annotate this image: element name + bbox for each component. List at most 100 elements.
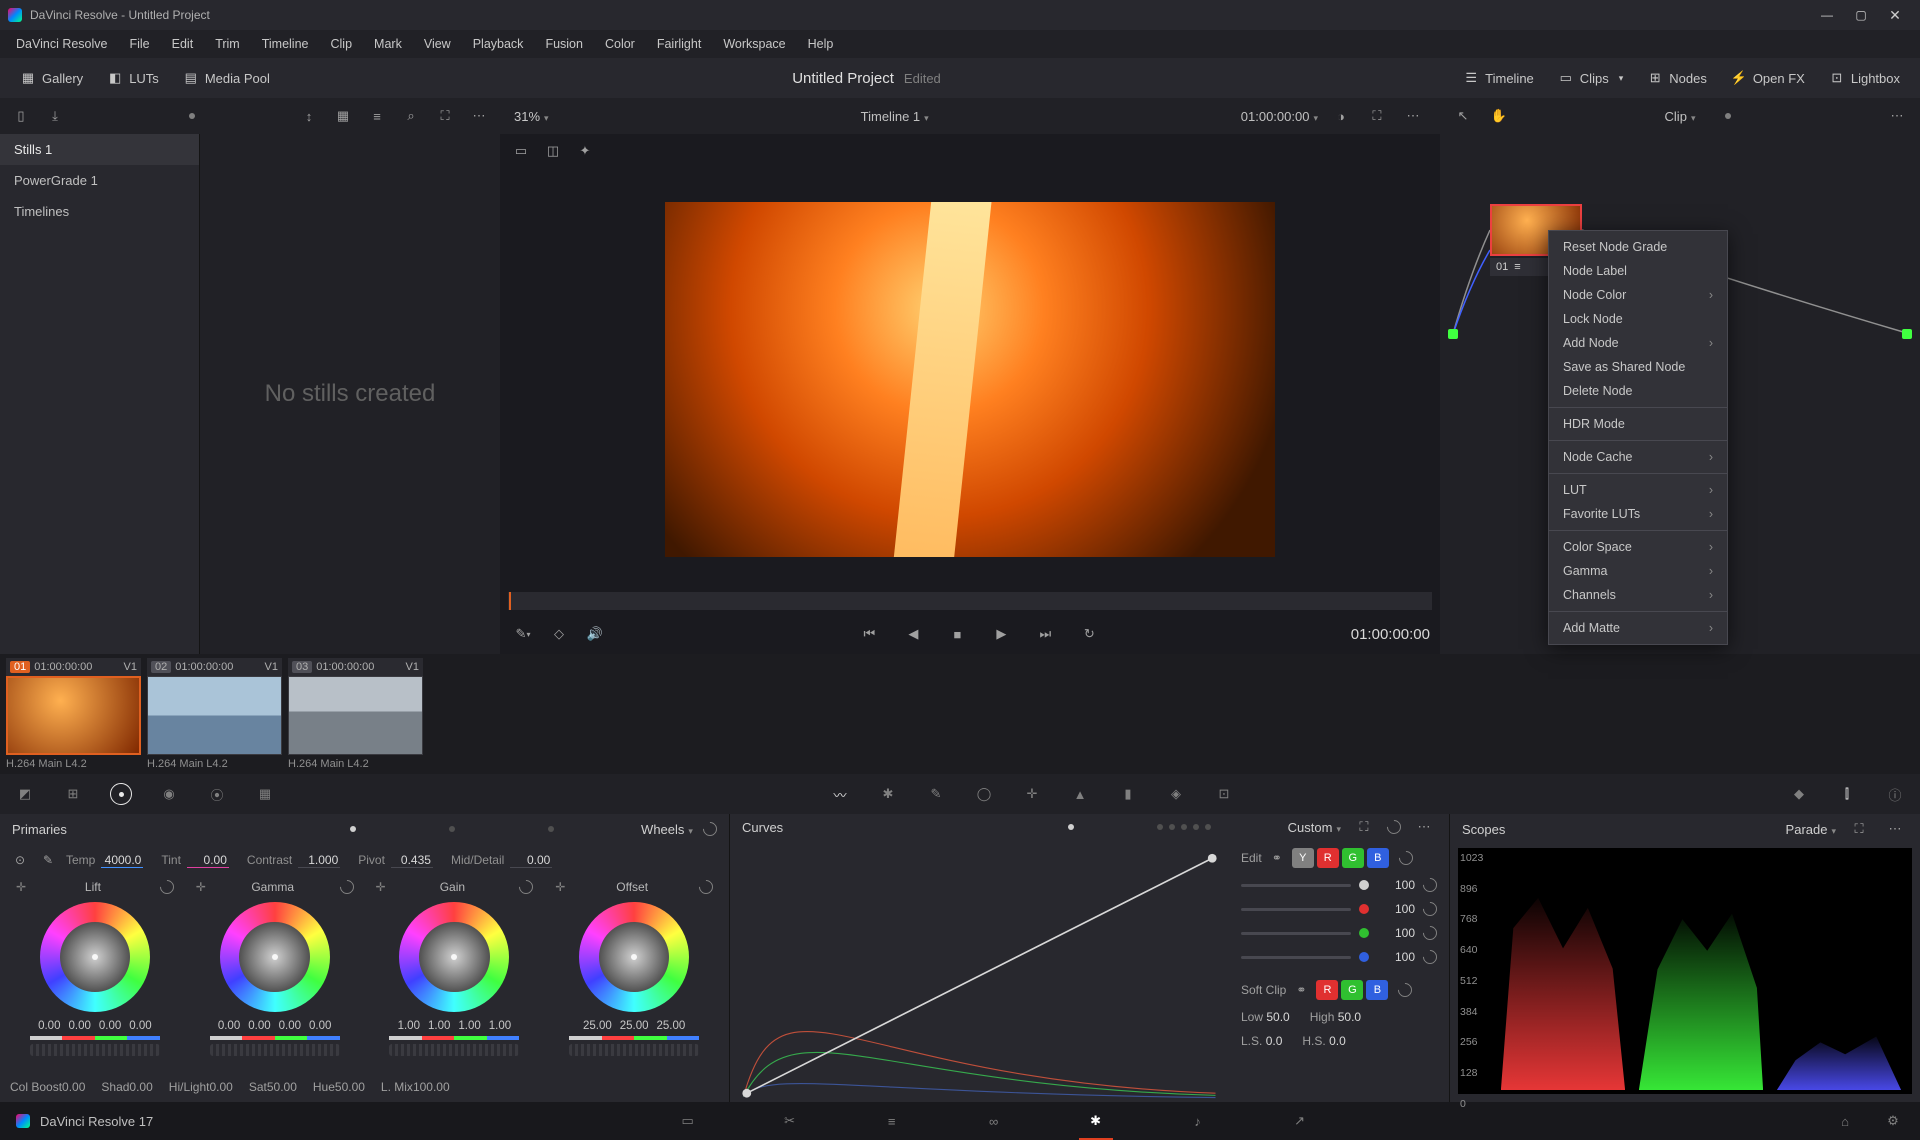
- blur-tab[interactable]: ▮: [1117, 783, 1139, 805]
- curves-options-button[interactable]: ⋯: [1411, 814, 1437, 840]
- step-back-button[interactable]: ◀: [900, 621, 926, 647]
- viewer-timecode[interactable]: 01:00:00:00: [1241, 109, 1318, 124]
- adjust-colboost[interactable]: 0.00: [62, 1080, 85, 1094]
- rgb-mixer-tab[interactable]: ⦿: [206, 783, 228, 805]
- page-dot[interactable]: [449, 826, 455, 832]
- fullscreen-button[interactable]: ⛶: [1364, 103, 1390, 129]
- jog-offset[interactable]: [569, 1044, 699, 1056]
- scopes-button[interactable]: ⫿: [1836, 783, 1858, 805]
- reset-icon[interactable]: [700, 819, 720, 839]
- page-dot[interactable]: [548, 826, 554, 832]
- clips-toggle[interactable]: ▭Clips▾: [1548, 66, 1633, 90]
- reset-icon[interactable]: [1396, 980, 1416, 1000]
- color-warper-tab[interactable]: ✱: [877, 783, 899, 805]
- settings-button[interactable]: ⚙: [1882, 1110, 1904, 1132]
- scopes-mode-dropdown[interactable]: Parade: [1786, 822, 1836, 837]
- adjust-hue[interactable]: 50.00: [335, 1080, 365, 1094]
- fairlight-page[interactable]: ♪: [1187, 1110, 1209, 1132]
- wheel-gain[interactable]: [399, 902, 509, 1012]
- adjust-shad[interactable]: 0.00: [129, 1080, 152, 1094]
- reset-icon[interactable]: [1420, 947, 1440, 967]
- zoom-dropdown[interactable]: 31%: [514, 109, 549, 124]
- link-icon[interactable]: ⚭: [1272, 851, 1282, 865]
- fusion-page[interactable]: ∞: [983, 1110, 1005, 1132]
- color-checker-tab[interactable]: ⊞: [62, 783, 84, 805]
- qualifier-button[interactable]: ◇: [546, 621, 572, 647]
- wheel-lift[interactable]: [40, 902, 150, 1012]
- adjust-pivot[interactable]: 0.435: [391, 853, 433, 868]
- lightbox-toggle[interactable]: ⊡Lightbox: [1819, 66, 1910, 90]
- grid-view-button[interactable]: ▦: [330, 103, 356, 129]
- gallery-layout-button[interactable]: ▯: [8, 103, 34, 129]
- page-dot-active[interactable]: [1068, 824, 1074, 830]
- list-view-button[interactable]: ≡: [364, 103, 390, 129]
- curves-mode-dropdown[interactable]: Custom: [1288, 820, 1341, 835]
- context-delete-node[interactable]: Delete Node: [1549, 379, 1727, 403]
- auto-balance-button[interactable]: ⊙: [10, 847, 30, 873]
- close-button[interactable]: ✕: [1878, 4, 1912, 26]
- openfx-toggle[interactable]: ⚡Open FX: [1721, 66, 1815, 90]
- image-wipe-button[interactable]: ▭: [508, 138, 534, 164]
- deliver-page[interactable]: ↗: [1289, 1110, 1311, 1132]
- context-add-matte[interactable]: Add Matte: [1549, 616, 1727, 640]
- stills-options-button[interactable]: ⋯: [466, 103, 492, 129]
- picker-icon[interactable]: ✛: [196, 880, 206, 894]
- menu-view[interactable]: View: [414, 33, 461, 55]
- gallery-item-timelines[interactable]: Timelines: [0, 196, 199, 227]
- gallery-toggle[interactable]: ▦Gallery: [10, 66, 93, 90]
- curve-channel-red[interactable]: R: [1317, 848, 1339, 868]
- cut-page[interactable]: ✂: [779, 1110, 801, 1132]
- context-hdr-mode[interactable]: HDR Mode: [1549, 412, 1727, 436]
- color-wheels-tab[interactable]: [110, 783, 132, 805]
- timeline-toggle[interactable]: ☰Timeline: [1453, 66, 1544, 90]
- color-picker-button[interactable]: ✎▾: [510, 621, 536, 647]
- menu-file[interactable]: File: [119, 33, 159, 55]
- window-tab[interactable]: ◯: [973, 783, 995, 805]
- intensity-green[interactable]: 100: [1377, 926, 1415, 940]
- reset-icon[interactable]: [157, 877, 177, 897]
- pick-white-button[interactable]: ✎: [38, 847, 58, 873]
- still-grab-button[interactable]: ⤓: [42, 103, 68, 129]
- reset-icon[interactable]: [1420, 923, 1440, 943]
- timeline-name-dropdown[interactable]: Timeline 1: [861, 109, 929, 124]
- menu-color[interactable]: Color: [595, 33, 645, 55]
- intensity-red[interactable]: 100: [1377, 902, 1415, 916]
- clip-01[interactable]: 0101:00:00:00V1H.264 Main L4.2: [6, 658, 141, 770]
- reset-icon[interactable]: [337, 877, 357, 897]
- intensity-luma[interactable]: 100: [1377, 878, 1415, 892]
- menu-workspace[interactable]: Workspace: [713, 33, 795, 55]
- intensity-blue[interactable]: 100: [1377, 950, 1415, 964]
- context-gamma[interactable]: Gamma: [1549, 559, 1727, 583]
- expand-button[interactable]: ⛶: [432, 103, 458, 129]
- jog-gamma[interactable]: [210, 1044, 340, 1056]
- primaries-mode-dropdown[interactable]: Wheels: [641, 822, 693, 837]
- mute-button[interactable]: 🔊: [582, 621, 608, 647]
- menu-help[interactable]: Help: [798, 33, 844, 55]
- menu-trim[interactable]: Trim: [205, 33, 250, 55]
- highlight-button[interactable]: ✦: [572, 138, 598, 164]
- softclip-ls[interactable]: 0.0: [1266, 1034, 1283, 1048]
- play-button[interactable]: ▶: [988, 621, 1014, 647]
- next-clip-button[interactable]: ⏭: [1032, 621, 1058, 647]
- node-mode-dropdown[interactable]: Clip: [1665, 109, 1696, 124]
- curves-expand-button[interactable]: ⛶: [1351, 814, 1377, 840]
- nodes-toggle[interactable]: ⊞Nodes: [1637, 66, 1717, 90]
- node-options-button[interactable]: ⋯: [1884, 103, 1910, 129]
- viewer-scrubber[interactable]: [508, 592, 1432, 610]
- softclip-high[interactable]: 50.0: [1338, 1010, 1361, 1024]
- softclip-channel-green[interactable]: G: [1341, 980, 1363, 1000]
- qualifier-tab[interactable]: ✎: [925, 783, 947, 805]
- context-node-color[interactable]: Node Color: [1549, 283, 1727, 307]
- adjust-lmix[interactable]: 100.00: [413, 1080, 450, 1094]
- gallery-item-stills[interactable]: Stills 1: [0, 134, 199, 165]
- motion-effects-tab[interactable]: ▦: [254, 783, 276, 805]
- context-add-node[interactable]: Add Node: [1549, 331, 1727, 355]
- menu-fairlight[interactable]: Fairlight: [647, 33, 711, 55]
- adjust-contrast[interactable]: 1.000: [298, 853, 340, 868]
- reset-icon[interactable]: [516, 877, 536, 897]
- curve-channel-luma[interactable]: Y: [1292, 848, 1314, 868]
- context-favorite-luts[interactable]: Favorite LUTs: [1549, 502, 1727, 526]
- adjust-temp[interactable]: 4000.0: [101, 853, 143, 868]
- pan-tool[interactable]: ✋: [1486, 103, 1512, 129]
- sort-button[interactable]: ↕: [296, 103, 322, 129]
